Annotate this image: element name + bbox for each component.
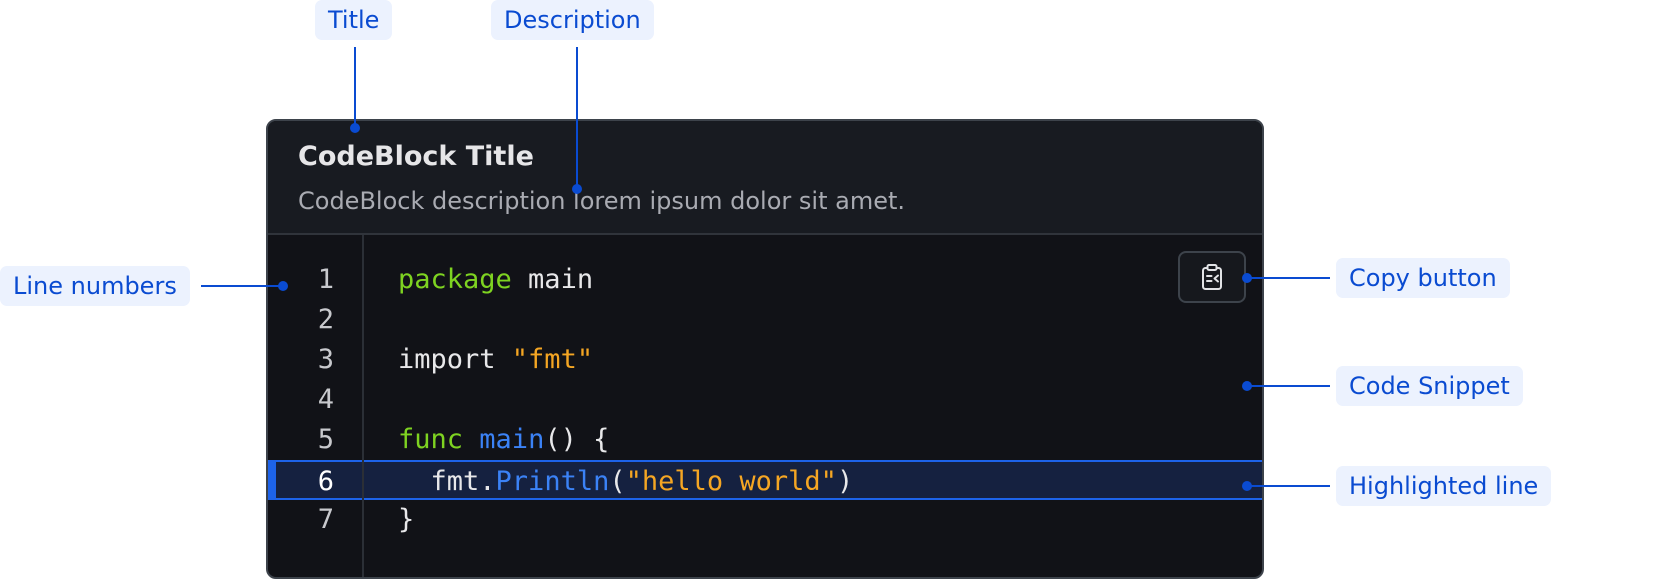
- string-token: "hello world": [625, 466, 837, 497]
- code-line: 5 func main() {: [268, 420, 1262, 460]
- clipboard-icon: [1202, 264, 1222, 290]
- line-number: 2: [317, 304, 334, 335]
- line-number: 1: [317, 264, 334, 295]
- line-number: 3: [317, 344, 334, 375]
- code-line: 7}: [268, 500, 1262, 540]
- codeblock: CodeBlock Title CodeBlock description lo…: [266, 119, 1264, 579]
- code-line: 4: [268, 380, 1262, 420]
- line-number: 7: [317, 504, 334, 535]
- keyword-token: func: [398, 424, 464, 455]
- code-token: }: [398, 504, 415, 535]
- codeblock-description: CodeBlock description lorem ipsum dolor …: [298, 187, 906, 215]
- line-number: 4: [317, 384, 334, 415]
- copy-button[interactable]: [1178, 251, 1246, 303]
- highlighted-line-callout: Highlighted line: [1336, 466, 1552, 506]
- gutter-divider: [362, 235, 364, 577]
- copy-button-callout: Copy button: [1336, 258, 1510, 298]
- code-lines: 1 package main 2 3 import "fmt" 4 5 func main()…: [268, 260, 1262, 540]
- function-token: main: [479, 424, 545, 455]
- codeblock-header: CodeBlock Title CodeBlock description lo…: [268, 121, 1262, 235]
- code-line: 2: [268, 300, 1262, 340]
- code-token: fmt.: [398, 466, 496, 497]
- code-line: 1 package main: [268, 260, 1262, 300]
- code-token: main: [511, 264, 594, 295]
- code-token: () {: [544, 424, 610, 455]
- code-snippet: 1 package main 2 3 import "fmt" 4 5 func main()…: [268, 235, 1262, 577]
- code-text: import "fmt": [398, 340, 593, 380]
- title-callout: Title: [315, 0, 393, 40]
- code-snippet-callout: Code Snippet: [1336, 366, 1523, 406]
- line-number: 5: [317, 424, 334, 455]
- code-token: import: [398, 344, 512, 375]
- highlighted-code-line: 6 fmt.Println("hello world"): [268, 460, 1262, 500]
- line-numbers-callout: Line numbers: [0, 266, 190, 306]
- line-number: 6: [317, 466, 334, 497]
- code-text: fmt.Println("hello world"): [398, 462, 854, 502]
- code-token: ): [836, 466, 854, 497]
- code-text: func main() {: [398, 420, 609, 460]
- description-callout: Description: [491, 0, 654, 40]
- function-token: Println: [495, 466, 610, 497]
- string-token: "fmt": [511, 344, 594, 375]
- code-token: (: [609, 466, 626, 497]
- title-leader-line: [354, 47, 356, 127]
- code-line: 3 import "fmt": [268, 340, 1262, 380]
- keyword-token: package: [398, 264, 512, 295]
- code-text: package main: [398, 260, 593, 300]
- codeblock-title: CodeBlock Title: [298, 141, 534, 172]
- code-text: }: [398, 500, 414, 540]
